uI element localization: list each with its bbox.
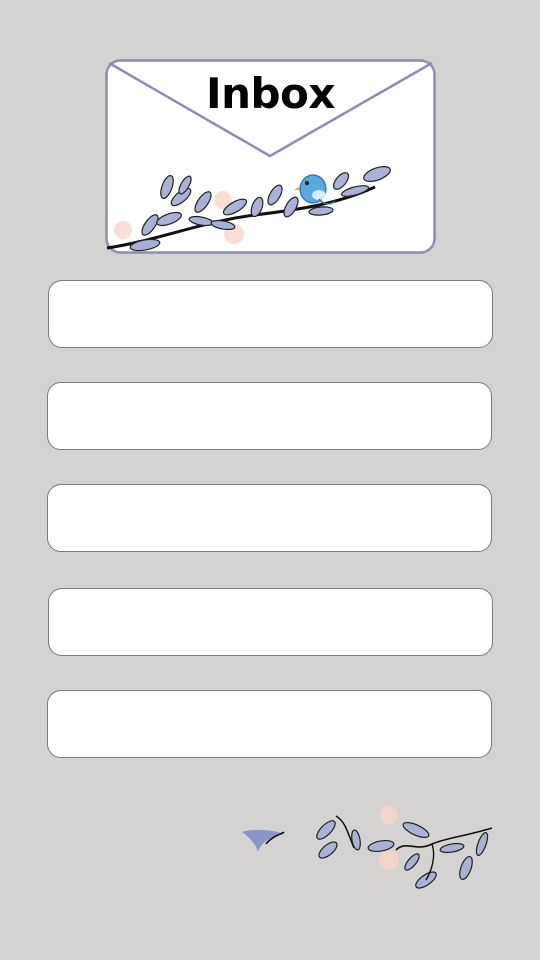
page-title: Inbox	[205, 69, 336, 118]
message-slot[interactable]	[47, 484, 492, 552]
message-slot[interactable]	[48, 280, 493, 348]
message-slot[interactable]	[48, 588, 493, 656]
vine-leaves-icon	[242, 806, 493, 889]
message-slot[interactable]	[47, 382, 492, 450]
inbox-envelope: Inbox	[105, 59, 436, 254]
message-slot[interactable]	[47, 690, 492, 758]
